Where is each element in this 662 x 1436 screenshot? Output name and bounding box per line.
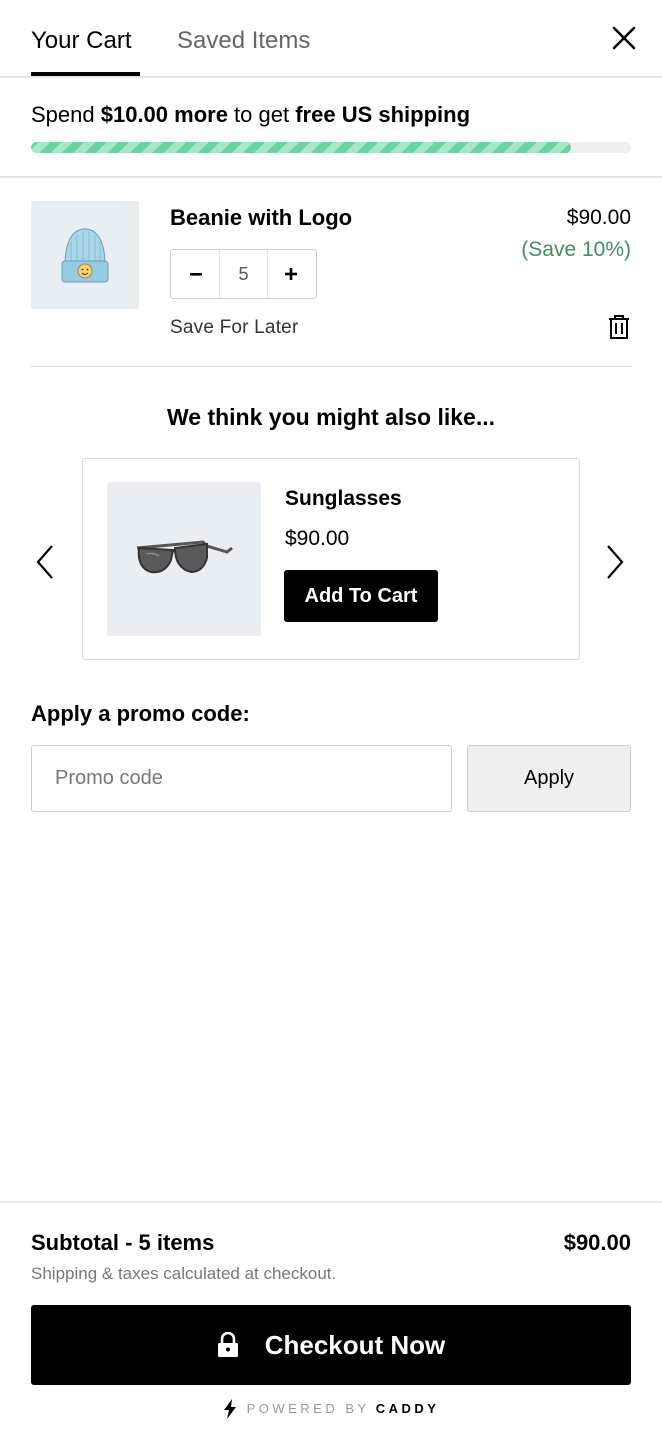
subtotal-value: $90.00 (563, 1230, 631, 1255)
powered-by-badge[interactable]: POWERED BY CADDY (0, 1399, 662, 1419)
chevron-left-icon[interactable] (30, 540, 60, 584)
cart-header: Your Cart Saved Items (0, 0, 662, 78)
sunglasses-image[interactable] (107, 482, 261, 636)
decrease-quantity-button[interactable] (171, 250, 221, 298)
cart-footer: Subtotal - 5 items $90.00 Shipping & tax… (0, 1201, 662, 1436)
brand-name: CADDY (375, 1401, 440, 1416)
save-for-later-link[interactable]: Save For Later (170, 315, 298, 341)
chevron-right-icon[interactable] (600, 540, 630, 584)
active-tab-indicator (31, 72, 140, 76)
checkout-label: Checkout Now (264, 1329, 446, 1360)
item-discount: (Save 10%) (521, 238, 631, 261)
cart-line-item: Beanie with Logo 5 Save For Later $90.00… (31, 200, 631, 367)
promo-label: Apply a promo code: (31, 701, 250, 726)
close-icon[interactable] (608, 22, 640, 54)
recommendation-name[interactable]: Sunglasses (285, 485, 402, 513)
minus-icon (190, 273, 202, 276)
quantity-input[interactable]: 5 (219, 249, 268, 299)
recommendation-card: Sunglasses $90.00 Add To Cart (82, 458, 580, 660)
recommendations-title: We think you might also like... (166, 404, 496, 430)
tab-your-cart[interactable]: Your Cart (31, 26, 132, 56)
bolt-icon (223, 1399, 236, 1419)
beanie-illustration (61, 228, 109, 283)
shipping-taxes-note: Shipping & taxes calculated at checkout. (31, 1264, 337, 1283)
beanie-image[interactable] (31, 201, 139, 309)
shipping-progress-bar (31, 142, 631, 153)
quantity-stepper: 5 (170, 249, 317, 299)
promo-code-input[interactable] (31, 745, 452, 812)
apply-promo-button[interactable]: Apply (467, 745, 631, 812)
tab-saved-items[interactable]: Saved Items (177, 26, 310, 56)
shipping-amount: $10.00 more (100, 102, 228, 127)
recommendation-price: $90.00 (285, 527, 350, 550)
shipping-progress-fill (31, 142, 571, 153)
item-name[interactable]: Beanie with Logo (170, 203, 352, 233)
trash-icon[interactable] (607, 314, 631, 340)
shipping-message: Spend $10.00 more to get free US shippin… (31, 102, 471, 127)
sunglasses-illustration (136, 540, 233, 574)
cart-drawer: Your Cart Saved Items Spend $10.00 more … (0, 0, 662, 1436)
shipping-goal: free US shipping (295, 102, 471, 127)
checkout-button[interactable]: Checkout Now (31, 1305, 631, 1385)
powered-by-label: POWERED BY (246, 1401, 370, 1416)
item-price: $90.00 (566, 206, 631, 229)
free-shipping-banner: Spend $10.00 more to get free US shippin… (0, 78, 662, 178)
plus-icon (285, 268, 297, 280)
lock-icon (217, 1332, 238, 1357)
subtotal-label: Subtotal - 5 items (31, 1230, 215, 1255)
add-to-cart-button[interactable]: Add To Cart (284, 570, 438, 622)
increase-quantity-button[interactable] (266, 250, 316, 298)
